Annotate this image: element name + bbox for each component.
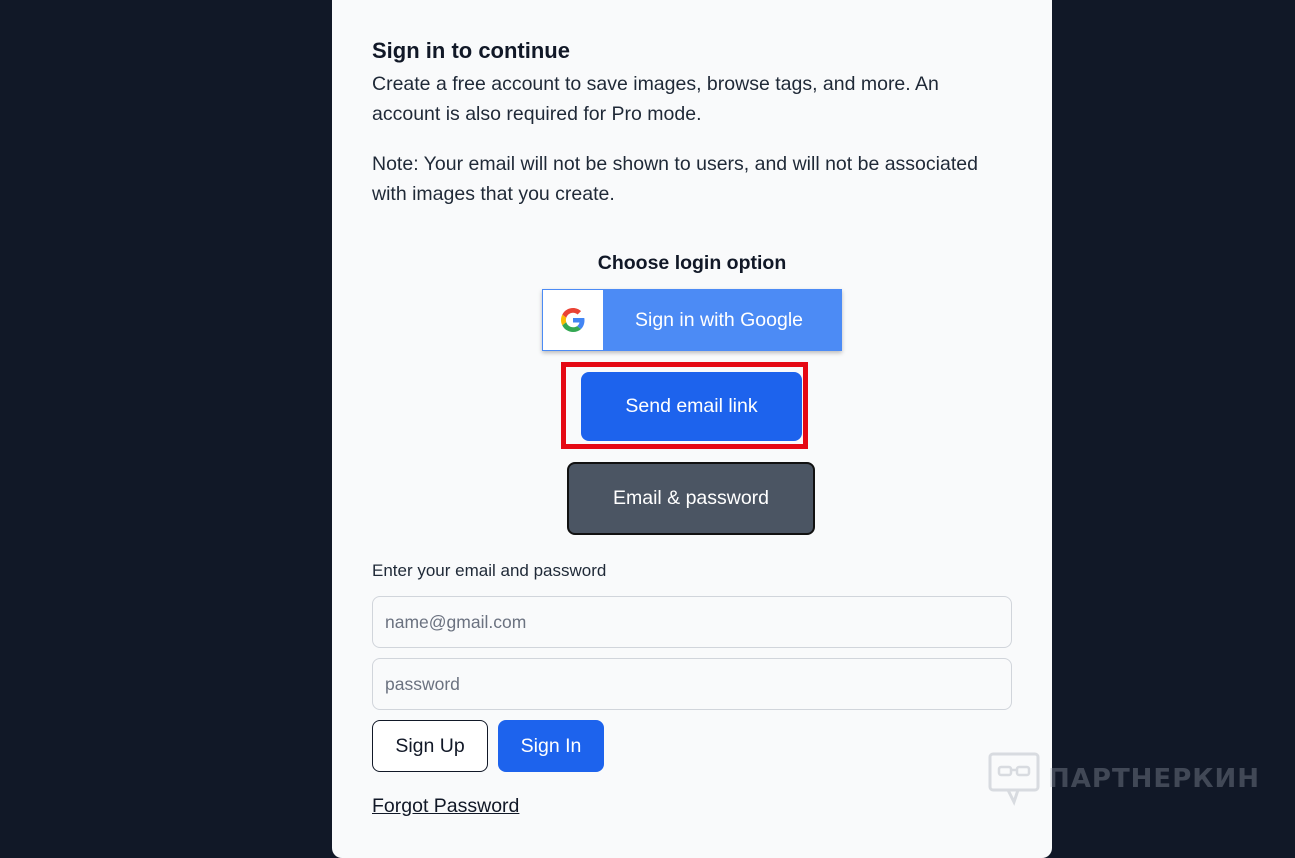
page: Sign in to continue Create a free accoun… xyxy=(0,0,1295,858)
google-g-icon xyxy=(561,308,585,332)
forgot-password-link[interactable]: Forgot Password xyxy=(372,795,519,818)
password-field[interactable] xyxy=(372,658,1012,710)
note-text: Note: Your email will not be shown to us… xyxy=(372,153,978,205)
choose-login-heading: Choose login option xyxy=(597,252,787,274)
sign-in-button[interactable]: Sign In xyxy=(498,720,604,772)
google-signin-label: Sign in with Google xyxy=(634,308,804,331)
email-password-button[interactable]: Email & password xyxy=(567,462,815,535)
description-text: Create a free account to save images, br… xyxy=(372,73,939,125)
sign-up-button[interactable]: Sign Up xyxy=(372,720,488,772)
form-label: Enter your email and password xyxy=(372,561,607,580)
login-card: Sign in to continue Create a free accoun… xyxy=(332,0,1052,858)
google-signin-button[interactable]: Sign in with Google xyxy=(542,289,842,351)
page-title: Sign in to continue xyxy=(372,38,570,63)
watermark-text: ПАРТНЕРКИН xyxy=(1048,764,1261,794)
email-field[interactable] xyxy=(372,596,1012,648)
google-icon-container xyxy=(543,290,603,350)
watermark: ПАРТНЕРКИН xyxy=(988,752,1260,806)
send-email-link-button[interactable]: Send email link xyxy=(581,372,802,441)
chat-glasses-icon xyxy=(988,752,1040,806)
